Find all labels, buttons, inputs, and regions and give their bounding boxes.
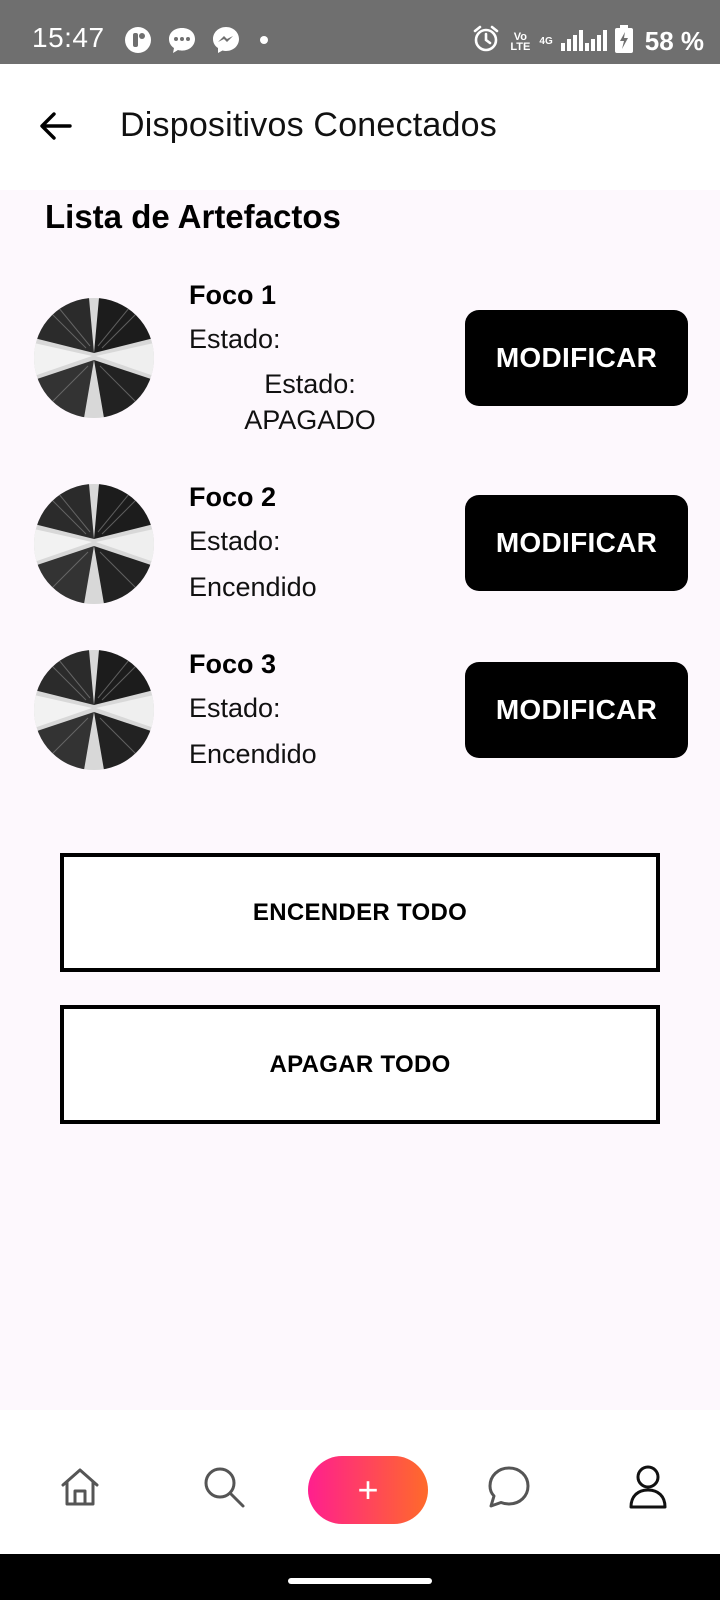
- add-icon: +: [357, 1469, 379, 1510]
- device-state-value: Encendido: [189, 572, 317, 602]
- modify-button[interactable]: MODIFICAR: [465, 310, 688, 406]
- nav-home[interactable]: [55, 1462, 105, 1512]
- status-bar: 15:47 Vo LTE 4G 58 %: [0, 0, 720, 64]
- turn-off-all-button[interactable]: APAGAR TODO: [60, 1005, 660, 1124]
- more-notifications-dot: [260, 36, 268, 44]
- battery-percent: 58 %: [644, 26, 704, 56]
- device-state-value: Estado: APAGADO: [180, 366, 440, 438]
- device-name: Foco 2: [189, 482, 277, 512]
- chat-icon: [488, 1466, 530, 1508]
- messenger-icon: [210, 24, 242, 56]
- system-icons: Vo LTE 4G 58 %: [471, 24, 704, 59]
- section-title: Lista de Artefactos: [45, 198, 341, 235]
- home-icon: [61, 1468, 99, 1506]
- volte-indicator: Vo LTE: [510, 30, 531, 53]
- device-name: Foco 1: [189, 280, 277, 310]
- device-state-value: Encendido: [189, 739, 317, 769]
- arrow-back-icon: [40, 112, 72, 140]
- device-state-label: Estado:: [189, 324, 281, 354]
- app-bar: Dispositivos Conectados: [0, 64, 720, 190]
- alarm-icon: [471, 24, 501, 59]
- modify-button[interactable]: MODIFICAR: [465, 662, 688, 758]
- nav-profile[interactable]: [623, 1462, 673, 1512]
- device-state-label: Estado:: [189, 526, 281, 556]
- turn-on-all-button[interactable]: ENCENDER TODO: [60, 853, 660, 972]
- messages-icon: [166, 24, 198, 56]
- device-state-value-text: Estado: APAGADO: [244, 369, 376, 435]
- device-avatar: [34, 484, 154, 604]
- device-name: Foco 3: [189, 649, 277, 679]
- battery-icon: [614, 25, 633, 58]
- notification-icons: [122, 24, 268, 56]
- device-avatar: [34, 650, 154, 770]
- nav-search[interactable]: [199, 1462, 249, 1512]
- page-title: Dispositivos Conectados: [120, 106, 497, 144]
- signal-icon: [560, 27, 607, 56]
- tiktok-icon: [122, 24, 154, 56]
- gesture-bar: [0, 1554, 720, 1600]
- back-button[interactable]: [34, 104, 78, 148]
- device-avatar: [34, 298, 154, 418]
- status-time: 15:47: [32, 22, 105, 53]
- gesture-handle[interactable]: [288, 1578, 432, 1584]
- add-button[interactable]: +: [308, 1456, 428, 1524]
- modify-button[interactable]: MODIFICAR: [465, 495, 688, 591]
- network-type: 4G: [539, 36, 553, 47]
- nav-chat[interactable]: [484, 1462, 534, 1512]
- profile-icon: [629, 1465, 667, 1509]
- bottom-nav: +: [0, 1410, 720, 1554]
- device-state-label: Estado:: [189, 693, 281, 723]
- search-icon: [204, 1467, 245, 1508]
